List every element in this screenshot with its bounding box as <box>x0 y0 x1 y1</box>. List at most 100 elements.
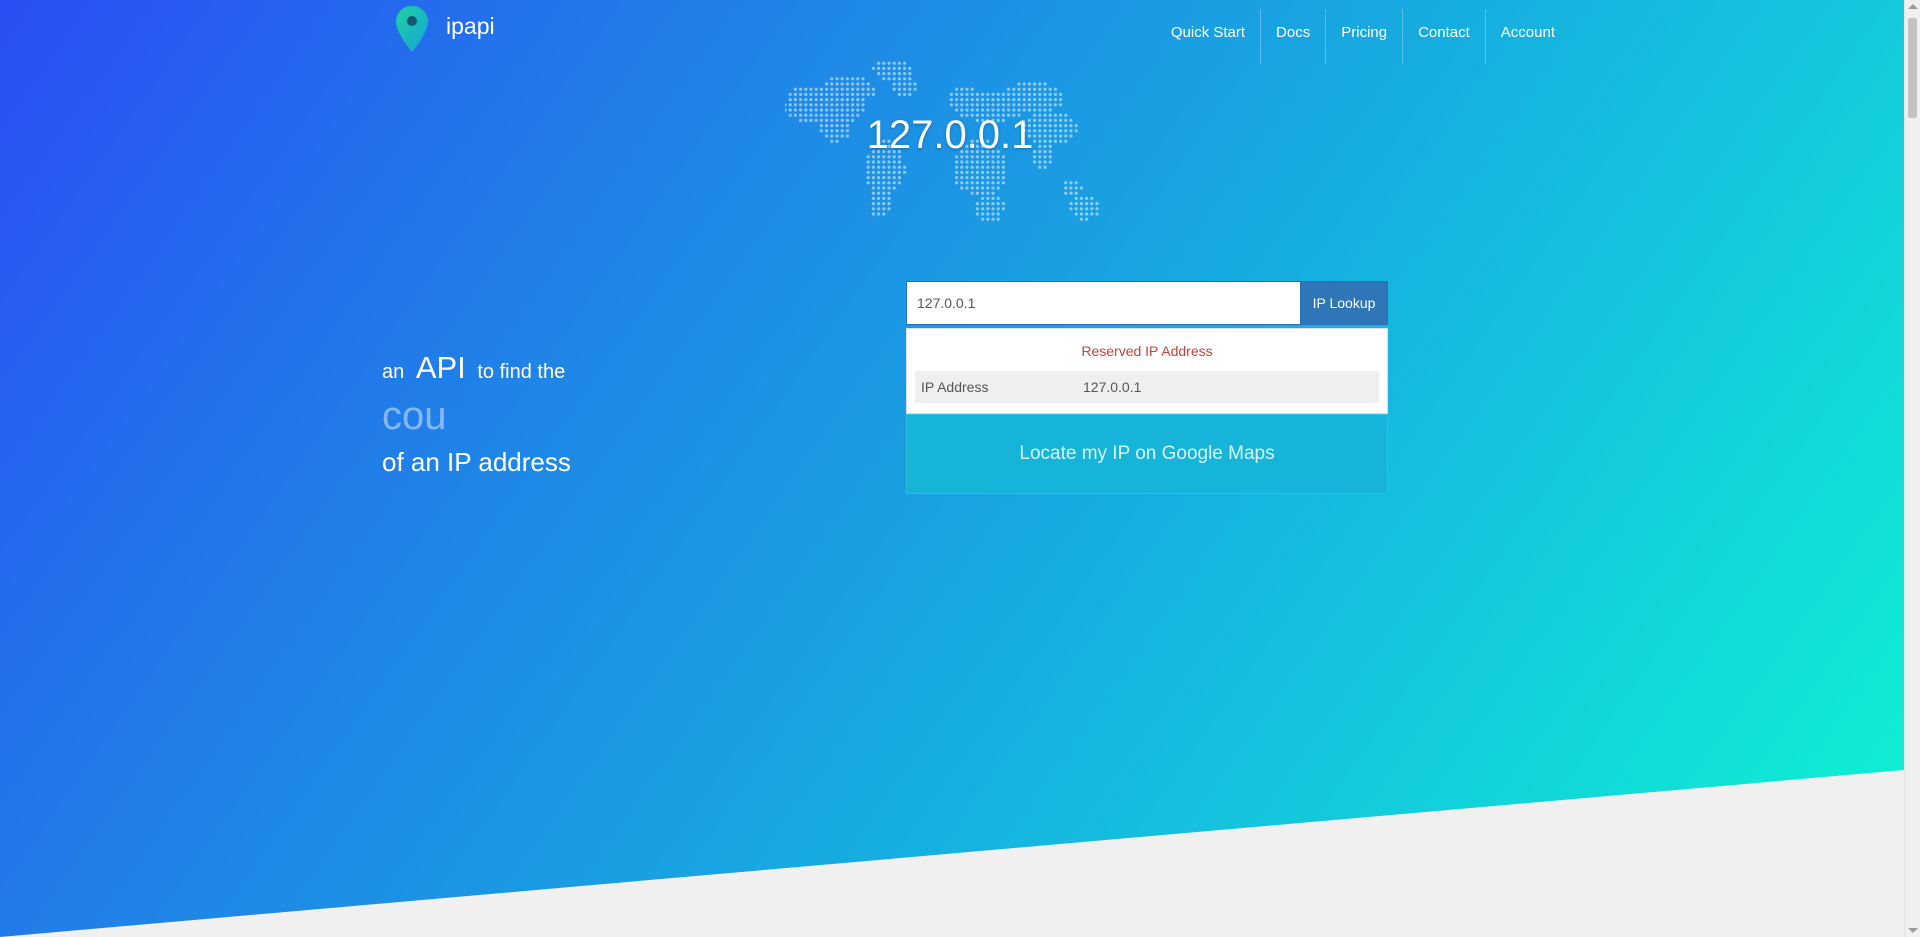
map-dot <box>955 181 959 185</box>
map-dot <box>1012 98 1016 102</box>
map-dot <box>986 108 990 112</box>
map-dot <box>871 66 875 70</box>
map-dot <box>1038 98 1042 102</box>
map-dot <box>1085 196 1089 200</box>
nav-pricing[interactable]: Pricing <box>1325 9 1402 64</box>
map-dot <box>871 196 875 200</box>
map-dot <box>991 212 995 216</box>
map-dot <box>877 181 881 185</box>
map-dot <box>1079 186 1083 190</box>
map-dot <box>981 170 985 174</box>
map-dot <box>830 129 834 133</box>
map-dot <box>877 170 881 174</box>
map-dot <box>1059 103 1063 107</box>
map-dot <box>793 87 797 91</box>
map-dot <box>892 170 896 174</box>
tagline-api: API <box>415 350 466 385</box>
map-dot <box>1012 87 1016 91</box>
map-dot <box>1048 87 1052 91</box>
map-dot <box>871 207 875 211</box>
map-dot <box>835 77 839 81</box>
map-dot <box>1007 108 1011 112</box>
nav-quick-start[interactable]: Quick Start <box>1156 9 1260 64</box>
map-dot <box>996 108 1000 112</box>
map-dot <box>871 212 875 216</box>
map-dot <box>835 108 839 112</box>
ip-lookup-button[interactable]: IP Lookup <box>1300 281 1388 325</box>
map-dot <box>835 98 839 102</box>
map-dot <box>1095 202 1099 206</box>
map-dot <box>1064 186 1068 190</box>
map-dot <box>1064 181 1068 185</box>
map-dot <box>986 181 990 185</box>
nav-account[interactable]: Account <box>1484 9 1570 64</box>
map-dot <box>1079 217 1083 221</box>
map-dot <box>840 108 844 112</box>
map-dot <box>1038 82 1042 86</box>
map-dot <box>970 170 974 174</box>
nav-contact[interactable]: Contact <box>1402 9 1485 64</box>
map-dot <box>1012 103 1016 107</box>
map-dot <box>975 207 979 211</box>
ip-input[interactable] <box>906 281 1300 325</box>
map-dot <box>965 103 969 107</box>
map-dot <box>981 181 985 185</box>
map-dot <box>981 165 985 169</box>
scroll-down-icon[interactable] <box>1908 928 1918 933</box>
map-dot <box>949 103 953 107</box>
map-dot <box>830 108 834 112</box>
map-dot <box>960 98 964 102</box>
map-dot <box>1001 98 1005 102</box>
scroll-thumb[interactable] <box>1908 18 1917 118</box>
map-dot <box>866 181 870 185</box>
map-dot <box>1048 113 1052 117</box>
map-dot <box>877 66 881 70</box>
map-dot <box>840 129 844 133</box>
map-dot <box>991 160 995 164</box>
brand-logo[interactable]: ipapi <box>394 4 495 54</box>
map-dot <box>799 103 803 107</box>
map-dot <box>882 61 886 65</box>
map-dot <box>845 82 849 86</box>
map-dot <box>825 134 829 138</box>
map-dot <box>809 113 813 117</box>
map-dot <box>809 108 813 112</box>
map-dot <box>882 191 886 195</box>
map-dot <box>965 98 969 102</box>
map-dot <box>887 160 891 164</box>
nav-docs[interactable]: Docs <box>1260 9 1325 64</box>
map-dot <box>892 176 896 180</box>
map-dot <box>996 181 1000 185</box>
map-dot <box>892 87 896 91</box>
map-dot <box>981 186 985 190</box>
map-dot <box>897 66 901 70</box>
map-dot <box>851 113 855 117</box>
map-dot <box>877 165 881 169</box>
map-dot <box>1053 103 1057 107</box>
map-dot <box>986 176 990 180</box>
map-dot <box>1038 124 1042 128</box>
scrollbar[interactable] <box>1904 0 1920 937</box>
map-dot <box>991 170 995 174</box>
map-dot <box>986 165 990 169</box>
map-dot <box>1064 134 1068 138</box>
map-dot <box>903 82 907 86</box>
map-dot <box>1074 181 1078 185</box>
map-dot <box>1033 92 1037 96</box>
map-dot <box>1001 160 1005 164</box>
map-dot <box>840 87 844 91</box>
map-dot <box>996 92 1000 96</box>
map-dot <box>892 72 896 76</box>
map-dot <box>981 207 985 211</box>
locate-on-google-maps-link[interactable]: Locate my IP on Google Maps <box>1019 443 1274 465</box>
map-dot <box>866 165 870 169</box>
map-dot <box>1053 118 1057 122</box>
map-dot <box>845 124 849 128</box>
map-dot <box>892 165 896 169</box>
map-dot <box>830 103 834 107</box>
map-dot <box>788 92 792 96</box>
scroll-up-icon[interactable] <box>1908 4 1918 9</box>
map-dot <box>799 92 803 96</box>
map-dot <box>1059 139 1063 143</box>
map-dot <box>871 170 875 174</box>
